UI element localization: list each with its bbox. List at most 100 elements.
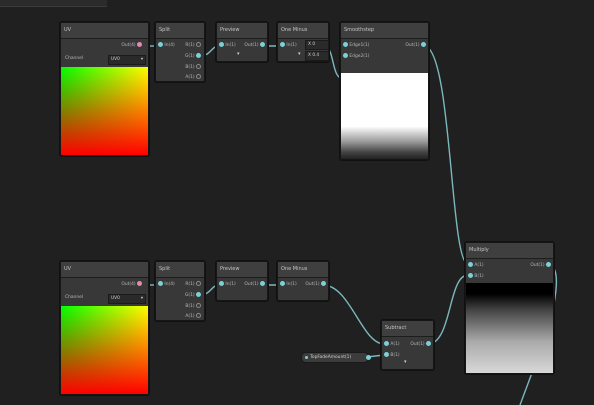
port-dot-icon <box>426 341 431 346</box>
b-port[interactable]: B(1) <box>468 273 484 281</box>
in-port[interactable]: In(1) <box>219 42 236 50</box>
port-dot-icon <box>196 64 201 69</box>
port-dot-icon <box>260 42 265 47</box>
subtract-node[interactable]: Subtract A(1) B(1) Out(1) ▾ <box>381 320 434 370</box>
port-dot-icon <box>158 42 163 47</box>
a-port[interactable]: A(1) <box>468 262 484 270</box>
out-port-g[interactable]: G(1) <box>185 292 201 300</box>
port-label: In(1) <box>286 282 297 287</box>
node-title: Preview <box>217 262 267 278</box>
split-node-top[interactable]: Split In(4) R(1) G(1) B(1) A(1) <box>155 22 205 82</box>
out-port[interactable]: Out(1) <box>405 42 426 50</box>
out-port-b[interactable]: B(1) <box>185 64 201 72</box>
port-label: R(1) <box>185 282 195 287</box>
port-dot-icon <box>196 292 201 297</box>
node-title: Smoothstep <box>341 23 428 39</box>
port-label: A(1) <box>390 342 400 347</box>
b-port[interactable]: B(1) <box>384 352 400 360</box>
port-dot-icon <box>321 281 326 286</box>
port-label: Out(1) <box>405 43 420 48</box>
port-label: B(1) <box>185 65 195 70</box>
port-label: Out(4) <box>121 282 136 287</box>
field-value: 0.4 <box>312 53 320 58</box>
out-port[interactable]: Out(1) <box>530 262 551 270</box>
node-title: UV <box>61 262 148 278</box>
port-label: A(1) <box>185 75 195 80</box>
out-port-g[interactable]: G(1) <box>185 53 201 61</box>
port-dot-icon <box>343 53 348 58</box>
port-dot-icon <box>219 281 224 286</box>
smoothstep-node[interactable]: Smoothstep Edge1(1) Edge2(1) In(1) Out(1… <box>340 22 429 160</box>
chevron-down-icon[interactable]: ▾ <box>298 51 301 57</box>
port-dot-icon <box>196 313 201 318</box>
out-port[interactable]: Out(1) <box>244 281 265 289</box>
port-dot-icon <box>260 281 265 286</box>
chevron-down-icon[interactable]: ▾ <box>404 359 407 365</box>
port-dot-icon <box>196 42 201 47</box>
port-label: Out(1) <box>410 342 425 347</box>
multiply-preview <box>466 283 553 373</box>
uv-preview <box>61 306 148 394</box>
split-node-bottom[interactable]: Split In(4) R(1) G(1) B(1) A(1) <box>155 261 205 321</box>
in-port[interactable]: In(4) <box>158 42 175 50</box>
port-dot-icon <box>546 262 551 267</box>
preview-node-top[interactable]: Preview In(1) Out(1) ▾ <box>216 22 268 62</box>
port-label: A(1) <box>474 263 484 268</box>
in-port[interactable]: In(1) <box>219 281 236 289</box>
port-label: Edge1(1) <box>349 43 370 48</box>
in-port[interactable]: In(4) <box>158 281 175 289</box>
out-port[interactable]: Out(4) <box>121 42 142 50</box>
node-title: One Minus <box>278 262 328 278</box>
port-dot-icon <box>421 42 426 47</box>
preview-node-bottom[interactable]: Preview In(1) Out(1) <box>216 261 268 301</box>
port-dot-icon <box>196 74 201 79</box>
edge1-value-field[interactable]: X 0 <box>305 40 329 50</box>
port-label: In(1) <box>225 43 236 48</box>
wire-oneminus-subtract <box>322 284 385 345</box>
edge2-port[interactable]: Edge2(1) <box>343 53 369 61</box>
out-port-a[interactable]: A(1) <box>185 74 201 82</box>
edge2-value-field[interactable]: X 0.4 <box>305 51 329 61</box>
port-label: Out(1) <box>244 282 259 287</box>
port-dot-icon <box>158 281 163 286</box>
port-label: R(1) <box>185 43 195 48</box>
a-port[interactable]: A(1) <box>384 341 400 349</box>
channel-value: UV0 <box>111 57 120 62</box>
port-label: Out(1) <box>244 43 259 48</box>
out-port-r[interactable]: R(1) <box>185 281 201 289</box>
node-title: Split <box>156 23 204 39</box>
in-port[interactable]: In(1) <box>280 42 297 50</box>
wire-smoothstep-multiply <box>423 45 469 265</box>
out-port-r[interactable]: R(1) <box>185 42 201 50</box>
field-axis-label: X <box>308 53 311 58</box>
out-port[interactable]: Out(1) <box>410 341 431 349</box>
port-label: B(1) <box>390 353 400 358</box>
in-port[interactable]: In(1) <box>280 281 297 289</box>
port-dot-icon <box>280 281 285 286</box>
out-port-b[interactable]: B(1) <box>185 303 201 311</box>
port-dot-icon <box>343 42 348 47</box>
channel-select[interactable]: UV0 ▾ <box>108 55 146 65</box>
uv-node-top[interactable]: UV Out(4) Channel UV0 ▾ <box>60 22 149 156</box>
chevron-down-icon[interactable]: ▾ <box>237 51 240 57</box>
out-port[interactable]: Out(4) <box>121 281 142 289</box>
channel-label: Channel <box>65 56 84 61</box>
channel-label: Channel <box>65 295 84 300</box>
uv-preview <box>61 67 148 155</box>
uv-node-bottom[interactable]: UV Out(4) Channel UV0 ▾ <box>60 261 149 395</box>
out-port[interactable]: Out(1) <box>305 281 326 289</box>
port-label: B(1) <box>185 304 195 309</box>
node-title: UV <box>61 23 148 39</box>
node-title: Multiply <box>466 243 553 259</box>
port-label: B(1) <box>474 274 484 279</box>
edge1-port[interactable]: Edge1(1) <box>343 42 369 50</box>
multiply-node[interactable]: Multiply A(1) B(1) Out(1) <box>465 242 554 374</box>
node-title: Preview <box>217 23 267 39</box>
one-minus-node-bottom[interactable]: One Minus In(1) Out(1) <box>277 261 329 301</box>
out-port[interactable]: Out(1) <box>244 42 265 50</box>
port-dot-icon <box>196 303 201 308</box>
top-fade-amount-property[interactable]: TopFadeAmount(1) <box>301 352 371 363</box>
channel-select[interactable]: UV0 ▾ <box>108 294 146 304</box>
port-label: G(1) <box>184 54 195 59</box>
out-port-a[interactable]: A(1) <box>185 313 201 321</box>
